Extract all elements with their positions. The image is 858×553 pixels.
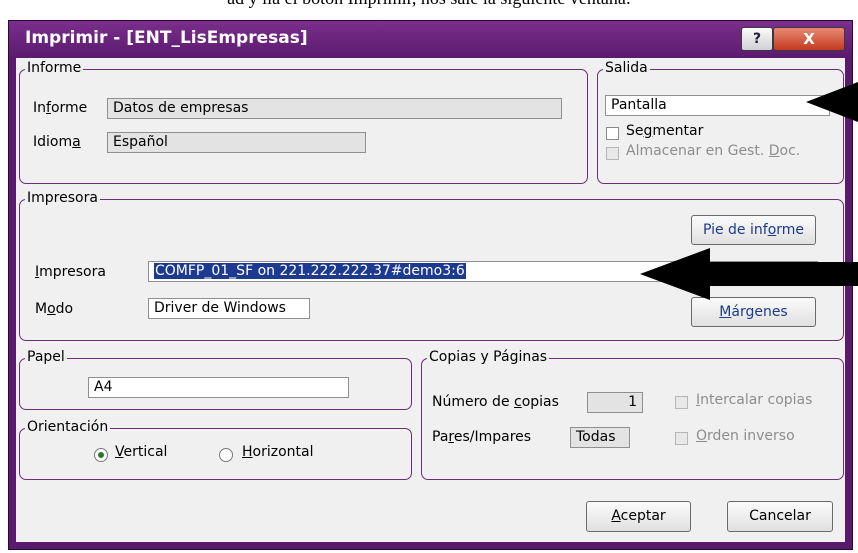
intercalar-label: Intercalar copias xyxy=(696,392,813,408)
horizontal-radio[interactable] xyxy=(219,448,233,462)
dialog-body: Informe Informe Datos de empresas Idioma… xyxy=(16,58,845,542)
numero-copias-field[interactable]: 1 xyxy=(587,392,643,413)
orientacion-group-label: Orientación xyxy=(25,419,111,435)
idioma-field: Español xyxy=(107,132,366,153)
annotation-arrow-impresora-icon xyxy=(640,248,858,300)
informe-group-label: Informe xyxy=(25,60,84,76)
pie-de-informe-button[interactable]: Pie de informe xyxy=(691,215,816,245)
window-title: Imprimir - [ENT_LisEmpresas] xyxy=(25,28,308,48)
almacenar-checkbox[interactable] xyxy=(606,147,619,160)
copias-group: Copias y Páginas Número de copias 1 Pare… xyxy=(421,349,844,480)
cancelar-button[interactable]: Cancelar xyxy=(727,501,833,532)
copias-group-label: Copias y Páginas xyxy=(427,349,550,365)
pares-impares-field[interactable]: Todas xyxy=(570,427,630,448)
papel-group-label: Papel xyxy=(25,349,67,365)
orden-inverso-label: Orden inverso xyxy=(696,428,795,444)
document-text: ad y lla el botón Imprimir, nos sale la … xyxy=(0,0,858,10)
help-button[interactable]: ? xyxy=(741,27,773,51)
papel-group: Papel A4 xyxy=(19,349,412,410)
informe-label: Informe xyxy=(33,100,88,116)
vertical-radio[interactable] xyxy=(94,448,108,462)
annotation-arrow-salida-icon xyxy=(806,82,858,122)
title-bar[interactable]: Imprimir - [ENT_LisEmpresas] ? X xyxy=(9,21,852,58)
almacenar-label: Almacenar en Gest. Doc. xyxy=(626,143,801,159)
close-button[interactable]: X xyxy=(773,27,845,51)
orden-inverso-checkbox[interactable] xyxy=(675,432,688,445)
salida-group-label: Salida xyxy=(603,60,650,76)
impresora-label: Impresora xyxy=(35,264,106,280)
pares-impares-label: Pares/Impares xyxy=(432,429,532,445)
segmentar-label: Segmentar xyxy=(626,123,704,139)
salida-select[interactable]: Pantalla xyxy=(605,95,830,116)
intercalar-checkbox[interactable] xyxy=(675,396,688,409)
informe-group: Informe Informe Datos de empresas Idioma… xyxy=(19,60,588,184)
numero-copias-label: Número de copias xyxy=(432,394,559,410)
aceptar-button[interactable]: Aceptar xyxy=(586,501,691,532)
horizontal-label: Horizontal xyxy=(242,444,314,460)
idioma-label: Idioma xyxy=(33,134,81,150)
orientacion-group: Orientación Vertical Horizontal xyxy=(19,419,412,480)
margenes-button[interactable]: Márgenes xyxy=(691,297,816,327)
impresora-group-label: Impresora xyxy=(25,190,100,206)
modo-field: Driver de Windows xyxy=(148,298,310,319)
vertical-label: Vertical xyxy=(115,444,168,460)
papel-select[interactable]: A4 xyxy=(88,377,349,398)
modo-label: Modo xyxy=(35,301,74,317)
segmentar-checkbox[interactable] xyxy=(606,127,619,140)
informe-field: Datos de empresas xyxy=(107,98,562,119)
